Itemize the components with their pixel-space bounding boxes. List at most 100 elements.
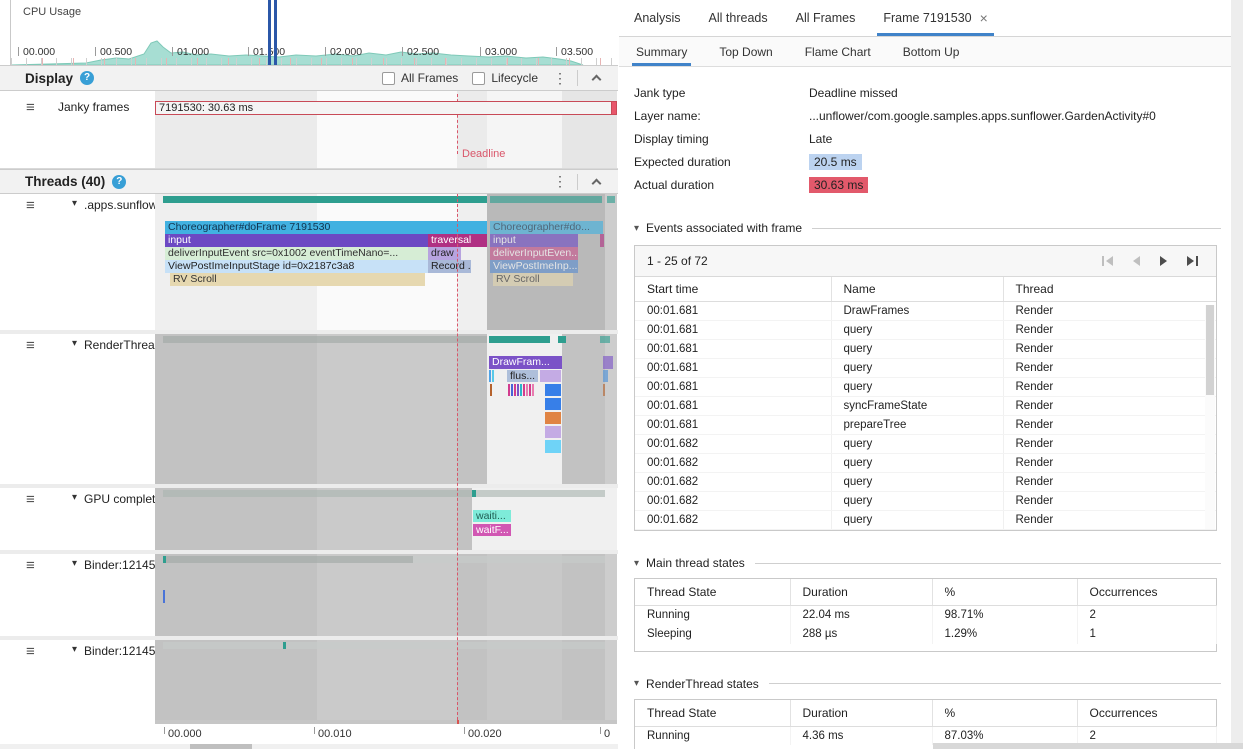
column-header[interactable]: Thread State bbox=[635, 700, 790, 727]
trace-event-bar[interactable]: waiti... bbox=[473, 510, 511, 522]
cpu-usage-minimap[interactable]: CPU Usage 00.00000.50001.00001.50002.000… bbox=[10, 0, 618, 65]
drag-handle-icon[interactable] bbox=[26, 643, 35, 660]
drag-handle-icon[interactable] bbox=[26, 557, 35, 574]
column-header[interactable]: % bbox=[932, 700, 1077, 727]
table-row[interactable]: 00:01.681queryRender bbox=[635, 378, 1216, 397]
trace-event-bar[interactable]: ViewPostImeInp... bbox=[490, 260, 578, 273]
selection-handle-left[interactable] bbox=[268, 0, 271, 65]
tab-summary[interactable]: Summary bbox=[636, 37, 687, 66]
tab-analysis[interactable]: Analysis bbox=[634, 0, 681, 36]
column-header[interactable]: Thread bbox=[1003, 277, 1216, 302]
trace-event-bar[interactable] bbox=[600, 234, 604, 247]
trace-event-bar[interactable] bbox=[545, 384, 561, 396]
janky-frame-bar[interactable]: 7191530: 30.63 ms bbox=[155, 101, 612, 115]
trace-event-bar[interactable] bbox=[603, 356, 613, 369]
trace-event-bar[interactable] bbox=[545, 412, 561, 424]
thread-state-bar[interactable] bbox=[163, 196, 487, 203]
column-header[interactable]: Occurrences bbox=[1077, 700, 1216, 727]
lifecycle-checkbox[interactable] bbox=[472, 72, 485, 85]
trace-event-bar[interactable] bbox=[489, 370, 491, 382]
thread-state-bar[interactable] bbox=[163, 642, 605, 649]
trace-event-bar[interactable] bbox=[532, 384, 534, 396]
expand-caret-icon[interactable] bbox=[72, 644, 77, 655]
expand-caret-icon[interactable] bbox=[72, 558, 77, 569]
trace-event-bar[interactable] bbox=[603, 370, 608, 382]
thread-state-bar[interactable] bbox=[163, 556, 413, 563]
trace-event-bar[interactable] bbox=[490, 384, 492, 396]
trace-event-bar[interactable] bbox=[517, 384, 519, 396]
trace-event-bar[interactable] bbox=[526, 384, 528, 396]
help-icon[interactable] bbox=[80, 71, 94, 85]
previous-page-button[interactable] bbox=[1122, 255, 1150, 267]
thread-state-bar[interactable] bbox=[163, 336, 487, 343]
tab-flame-chart[interactable]: Flame Chart bbox=[805, 37, 871, 66]
tab-all-threads[interactable]: All threads bbox=[709, 0, 768, 36]
tab-all-frames[interactable]: All Frames bbox=[796, 0, 856, 36]
thread-state-bar[interactable] bbox=[163, 556, 166, 563]
last-page-button[interactable] bbox=[1178, 255, 1206, 267]
trace-event-bar[interactable] bbox=[508, 384, 510, 396]
column-header[interactable]: Duration bbox=[790, 579, 932, 606]
table-row[interactable]: 00:01.681queryRender bbox=[635, 359, 1216, 378]
table-row[interactable]: 00:01.681queryRender bbox=[635, 340, 1216, 359]
trace-event-bar[interactable] bbox=[492, 370, 494, 382]
trace-event-bar[interactable] bbox=[545, 398, 561, 410]
trace-event-bar[interactable] bbox=[540, 370, 561, 382]
expand-caret-icon[interactable] bbox=[72, 338, 77, 349]
tab-frame-7191530[interactable]: Frame 7191530 × bbox=[883, 0, 987, 36]
all-frames-checkbox[interactable] bbox=[382, 72, 395, 85]
table-row[interactable]: 00:01.682queryRender bbox=[635, 492, 1216, 511]
trace-event-bar[interactable] bbox=[511, 384, 513, 396]
thread-state-bar[interactable] bbox=[600, 336, 610, 343]
expand-caret-icon[interactable] bbox=[72, 492, 77, 503]
scrollbar-thumb[interactable] bbox=[190, 744, 252, 749]
table-row[interactable]: 00:01.682queryRender bbox=[635, 473, 1216, 492]
collapse-triangle-icon[interactable] bbox=[634, 678, 639, 689]
next-page-button[interactable] bbox=[1150, 255, 1178, 267]
first-page-button[interactable] bbox=[1094, 255, 1122, 267]
drag-handle-icon[interactable] bbox=[26, 197, 35, 214]
thread-state-bar[interactable] bbox=[607, 196, 615, 203]
table-row[interactable]: 00:01.681queryRender bbox=[635, 321, 1216, 340]
close-icon[interactable]: × bbox=[980, 12, 988, 24]
column-header[interactable]: Start time bbox=[635, 277, 831, 302]
panel-scrollbar-track[interactable] bbox=[1231, 0, 1243, 749]
trace-event-bar[interactable]: flus... bbox=[507, 370, 538, 382]
scrollbar-thumb[interactable] bbox=[1206, 305, 1214, 395]
tab-top-down[interactable]: Top Down bbox=[719, 37, 772, 66]
table-row[interactable]: Running22.04 ms98.71%2 bbox=[635, 606, 1216, 625]
collapse-chevron-icon[interactable] bbox=[592, 75, 602, 85]
trace-event-bar[interactable]: ViewPostImeInputStage id=0x2187c3a8 bbox=[165, 260, 428, 273]
trace-event-bar[interactable]: deliverInputEven... bbox=[490, 247, 578, 260]
trace-event-bar[interactable]: deliverInputEvent src=0x1002 eventTimeNa… bbox=[165, 247, 428, 260]
thread-name[interactable]: RenderThread bbox=[84, 338, 161, 352]
trace-event-bar[interactable]: RV Scroll bbox=[493, 273, 573, 286]
drag-handle-icon[interactable] bbox=[26, 491, 35, 508]
table-row[interactable]: Sleeping288 µs1.29%1 bbox=[635, 625, 1216, 644]
trace-event-bar[interactable]: waitF... bbox=[473, 524, 511, 536]
trace-event-bar[interactable] bbox=[523, 384, 525, 396]
trace-event-bar[interactable]: Choreographer#doFrame 7191530 bbox=[165, 221, 487, 234]
trace-event-bar[interactable] bbox=[520, 384, 522, 396]
trace-event-bar[interactable] bbox=[163, 590, 165, 603]
range-bar[interactable] bbox=[155, 720, 617, 724]
thread-state-bar[interactable] bbox=[490, 196, 602, 203]
collapse-triangle-icon[interactable] bbox=[634, 558, 639, 569]
trace-event-bar[interactable]: Choreographer#do... bbox=[490, 221, 603, 234]
thread-state-bar[interactable] bbox=[489, 336, 550, 343]
thread-state-bar[interactable] bbox=[472, 490, 476, 497]
table-row[interactable]: 00:01.681syncFrameStateRender bbox=[635, 397, 1216, 416]
trace-event-bar[interactable]: RV Scroll bbox=[170, 273, 425, 286]
tab-bottom-up[interactable]: Bottom Up bbox=[903, 37, 960, 66]
table-row[interactable]: 00:01.682queryRender bbox=[635, 511, 1216, 530]
thread-state-bar[interactable] bbox=[558, 336, 566, 343]
janky-frames-track-label[interactable]: Janky frames bbox=[58, 100, 129, 114]
thread-state-bar[interactable] bbox=[283, 642, 286, 649]
collapse-chevron-icon[interactable] bbox=[592, 178, 602, 188]
horizontal-scrollbar[interactable] bbox=[0, 744, 618, 749]
trace-event-bar[interactable]: DrawFram... bbox=[489, 356, 562, 369]
trace-event-bar[interactable] bbox=[514, 384, 516, 396]
drag-handle-icon[interactable] bbox=[26, 337, 35, 354]
column-header[interactable]: Occurrences bbox=[1077, 579, 1216, 606]
collapse-triangle-icon[interactable] bbox=[634, 223, 639, 234]
